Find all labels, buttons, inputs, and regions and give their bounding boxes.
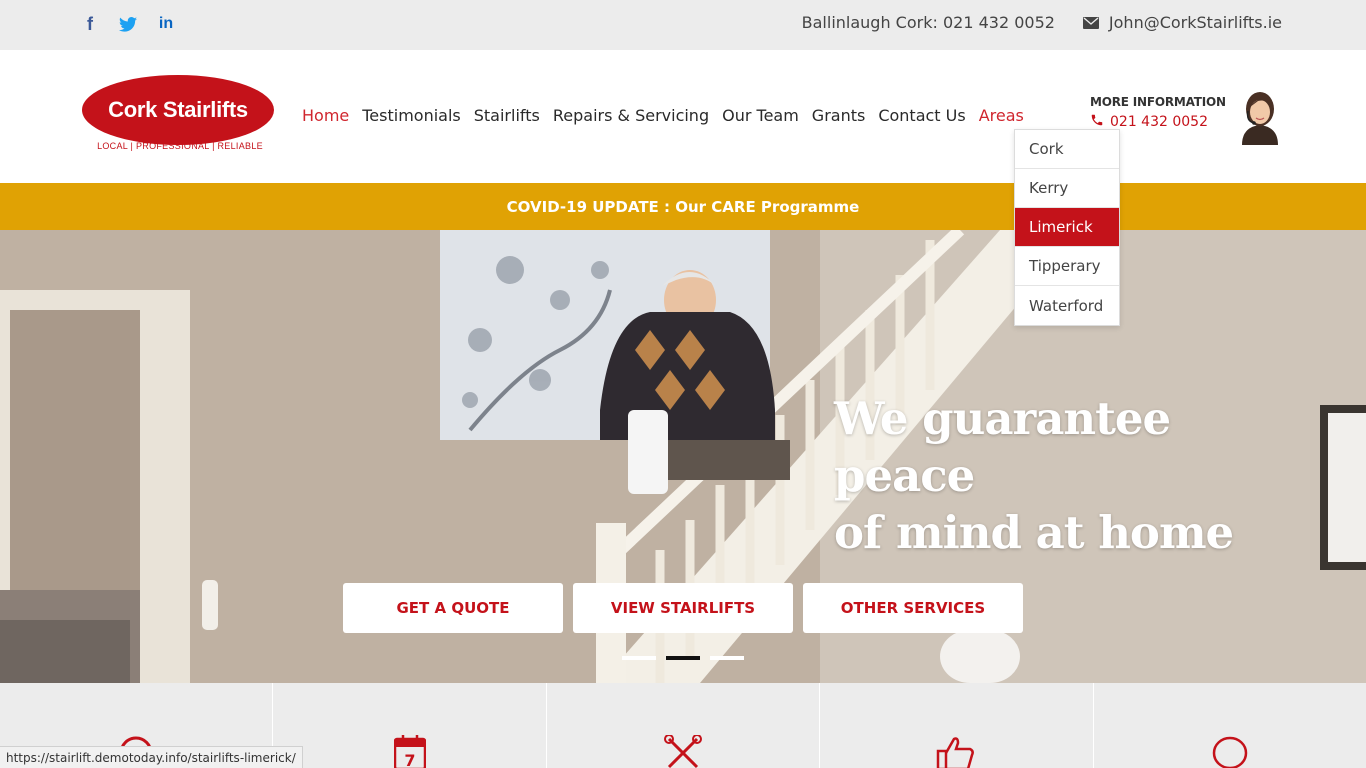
calendar-icon: 7 — [393, 735, 426, 768]
nav-testimonials[interactable]: Testimonials — [362, 106, 461, 125]
slider-dot-3[interactable] — [710, 656, 744, 660]
other-services-button[interactable]: OTHER SERVICES — [803, 583, 1023, 633]
nav-contact-us[interactable]: Contact Us — [878, 106, 965, 125]
nav-repairs-servicing[interactable]: Repairs & Servicing — [553, 106, 709, 125]
logo[interactable]: Cork Stairlifts LOCAL | PROFESSIONAL | R… — [82, 75, 274, 163]
feature-5[interactable] — [1094, 683, 1366, 768]
logo-tagline: LOCAL | PROFESSIONAL | RELIABLE — [97, 141, 263, 151]
dropdown-item-waterford[interactable]: Waterford — [1015, 286, 1119, 325]
feature-4[interactable] — [820, 683, 1094, 768]
nav-our-team[interactable]: Our Team — [722, 106, 799, 125]
slider-dot-2[interactable] — [666, 656, 700, 660]
feature-3[interactable] — [547, 683, 821, 768]
browser-status-url: https://stairlift.demotoday.info/stairli… — [0, 746, 303, 768]
slider-dots — [622, 656, 744, 660]
more-info: MORE INFORMATION 021 432 0052 — [1090, 95, 1226, 131]
twitter-icon[interactable] — [118, 12, 138, 36]
logo-oval: Cork Stairlifts — [82, 75, 274, 145]
hero-headline-line-1: We guarantee peace — [834, 392, 1171, 502]
dropdown-item-limerick[interactable]: Limerick — [1015, 208, 1119, 247]
nav-areas[interactable]: Areas — [979, 106, 1024, 125]
more-info-phone: 021 432 0052 — [1110, 114, 1208, 130]
top-contact: Ballinlaugh Cork: 021 432 0052 John@Cork… — [802, 13, 1282, 32]
nav-grants[interactable]: Grants — [812, 106, 866, 125]
hero-slider: We guarantee peace of mind at home GET A… — [0, 230, 1366, 683]
feature-2[interactable]: 7 — [273, 683, 547, 768]
nav-home[interactable]: Home — [302, 106, 349, 125]
dropdown-item-tipperary[interactable]: Tipperary — [1015, 247, 1119, 286]
nav-stairlifts[interactable]: Stairlifts — [474, 106, 540, 125]
social-links: f in — [80, 12, 176, 36]
top-bar: f in Ballinlaugh Cork: 021 432 0052 John… — [0, 0, 1366, 50]
covid-update-banner[interactable]: COVID-19 UPDATE : Our CARE Programme — [0, 183, 1366, 230]
support-agent-avatar — [1236, 87, 1284, 145]
areas-dropdown: Cork Kerry Limerick Tipperary Waterford — [1014, 129, 1120, 326]
speech-icon — [1211, 735, 1249, 768]
calendar-day: 7 — [404, 751, 415, 768]
linkedin-icon[interactable]: in — [156, 12, 176, 36]
thumbs-up-icon — [934, 735, 978, 768]
top-email[interactable]: John@CorkStairlifts.ie — [1109, 13, 1282, 32]
dropdown-item-cork[interactable]: Cork — [1015, 130, 1119, 169]
header: Cork Stairlifts LOCAL | PROFESSIONAL | R… — [0, 50, 1366, 183]
hero-buttons: GET A QUOTE VIEW STAIRLIFTS OTHER SERVIC… — [343, 583, 1023, 633]
main-nav: Home Testimonials Stairlifts Repairs & S… — [302, 106, 1037, 125]
top-phone[interactable]: Ballinlaugh Cork: 021 432 0052 — [802, 13, 1055, 32]
logo-title: Cork Stairlifts — [108, 97, 248, 122]
dropdown-item-kerry[interactable]: Kerry — [1015, 169, 1119, 208]
envelope-icon — [1082, 16, 1099, 29]
hero-headline: We guarantee peace of mind at home — [834, 390, 1304, 561]
slider-dot-1[interactable] — [622, 656, 656, 660]
tools-icon — [663, 734, 703, 768]
hero-headline-line-2: of mind at home — [834, 506, 1234, 559]
covid-update-text[interactable]: COVID-19 UPDATE : Our CARE Programme — [507, 198, 860, 216]
view-stairlifts-button[interactable]: VIEW STAIRLIFTS — [573, 583, 793, 633]
facebook-icon[interactable]: f — [80, 12, 100, 36]
more-info-title: MORE INFORMATION — [1090, 95, 1226, 109]
get-a-quote-button[interactable]: GET A QUOTE — [343, 583, 563, 633]
